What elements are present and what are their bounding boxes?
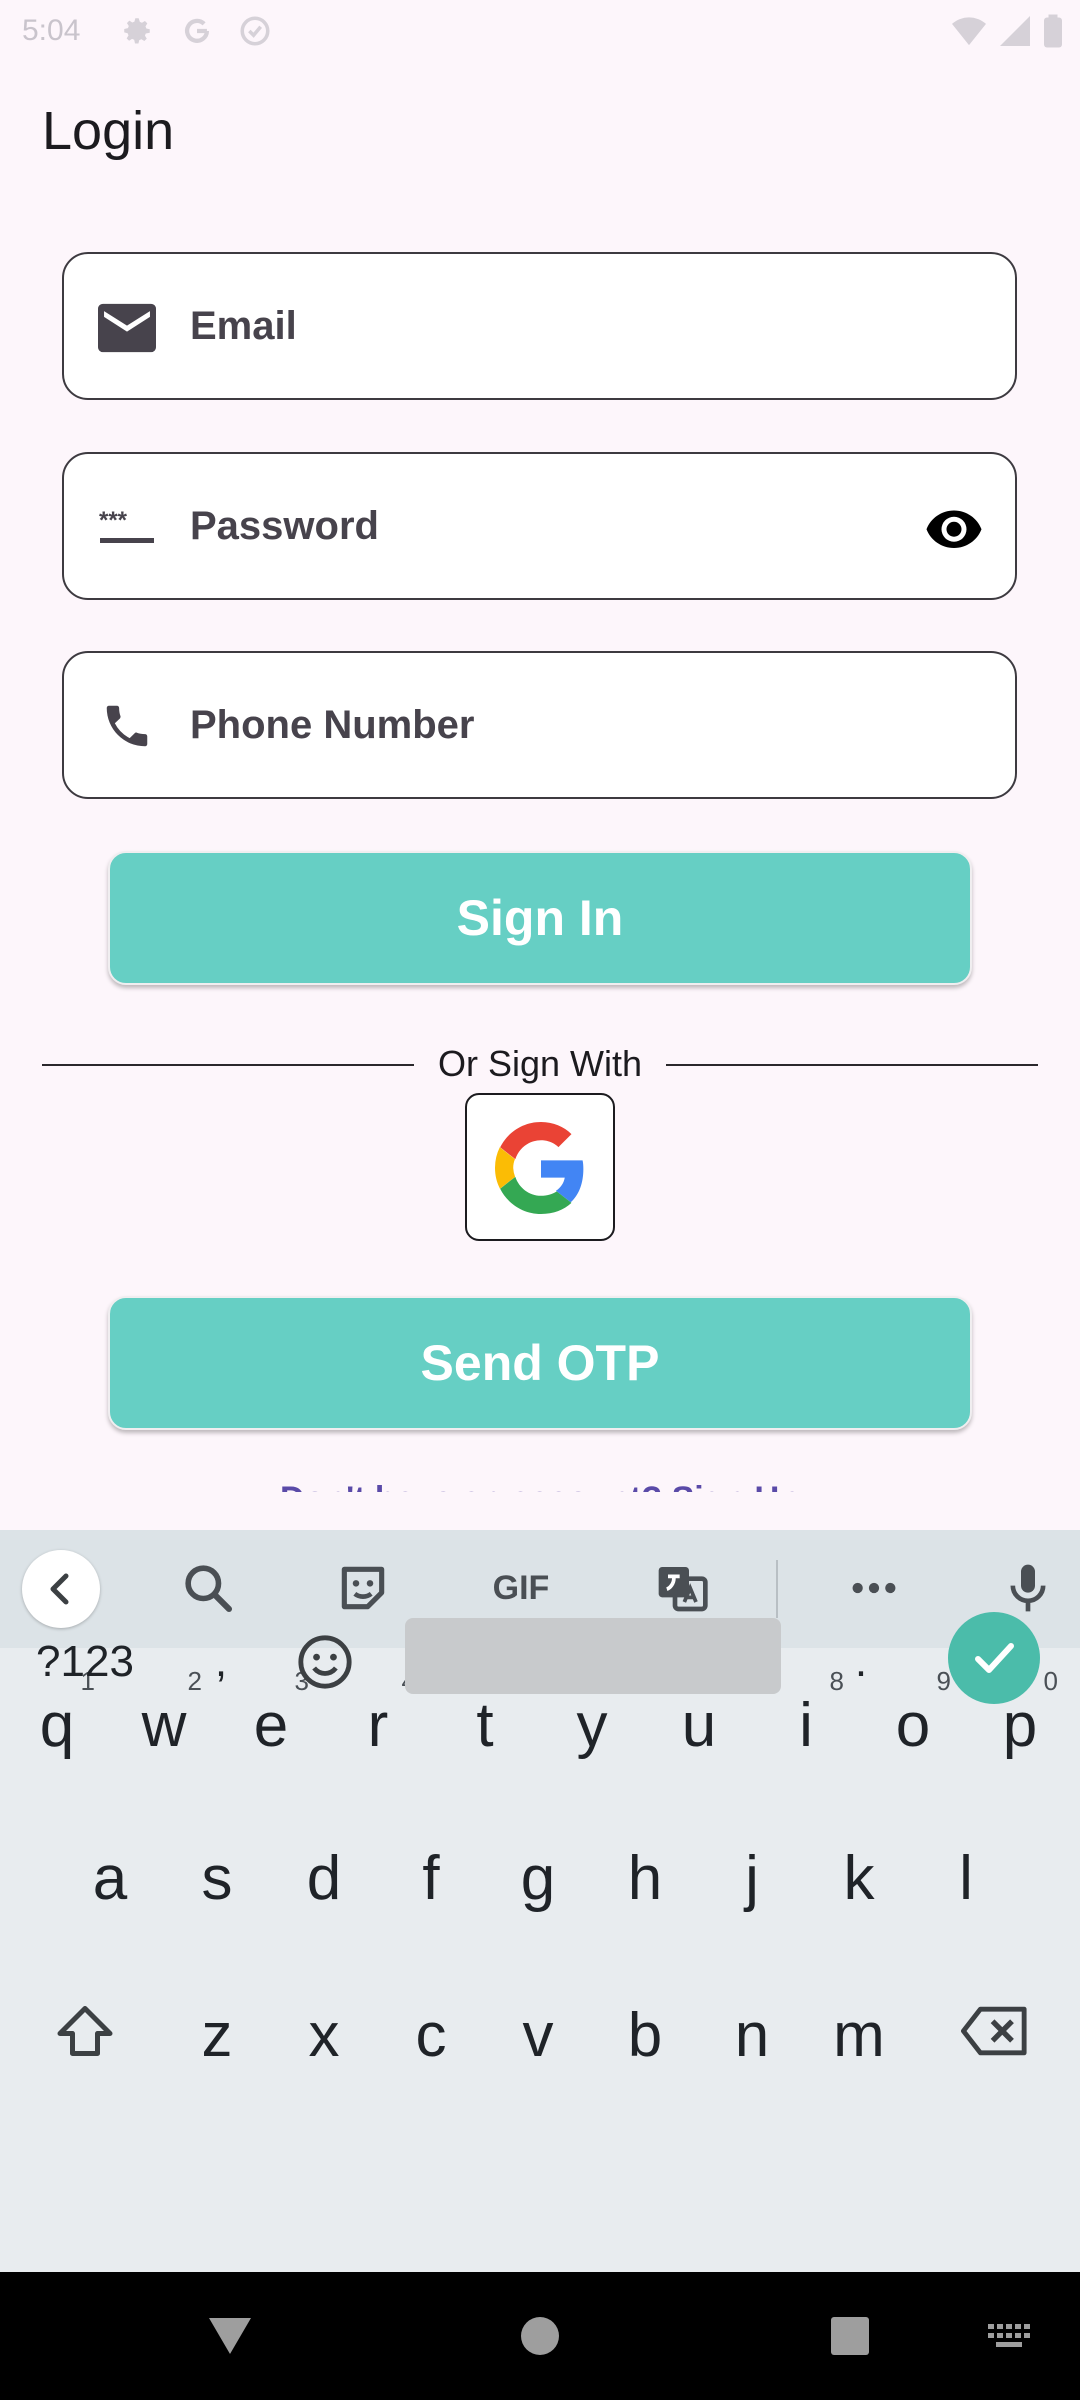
key-k[interactable]: k [809, 1813, 909, 1943]
key-z[interactable]: z [167, 1970, 267, 2100]
battery-icon [1044, 14, 1062, 48]
shift-key[interactable] [30, 1966, 140, 2096]
space-key[interactable] [405, 1618, 781, 1694]
enter-key[interactable] [948, 1612, 1040, 1704]
page-title: Login [42, 101, 175, 161]
key-h[interactable]: h [595, 1813, 695, 1943]
sticker-icon[interactable] [335, 1560, 391, 1616]
sync-icon [240, 16, 270, 46]
key-b[interactable]: b [595, 1970, 695, 2100]
email-input[interactable] [190, 254, 910, 398]
emoji-key[interactable] [280, 1610, 370, 1714]
emoji-icon [298, 1635, 352, 1689]
signal-icon [1000, 16, 1030, 46]
key-f[interactable]: f [381, 1813, 481, 1943]
svg-text:***: *** [99, 507, 128, 534]
key-c[interactable]: c [381, 1970, 481, 2100]
password-field[interactable]: *** [62, 452, 1017, 600]
google-sign-in-button[interactable] [465, 1093, 615, 1241]
mic-icon[interactable] [1000, 1560, 1056, 1616]
key-label: r [367, 1690, 389, 1760]
key-m[interactable]: m [809, 1970, 909, 2100]
google-logo-icon [495, 1122, 584, 1214]
home-circle-icon[interactable] [500, 2272, 580, 2400]
google-icon [184, 18, 210, 43]
password-icon: *** [99, 507, 154, 543]
key-label: u [681, 1690, 717, 1760]
keyboard-switch-icon[interactable] [980, 2272, 1040, 2400]
navigation-bar [0, 2272, 1080, 2400]
email-field[interactable] [62, 252, 1017, 400]
gif-icon[interactable]: GIF [486, 1560, 556, 1616]
key-v[interactable]: v [488, 1970, 588, 2100]
key-j[interactable]: j [702, 1813, 802, 1943]
key-hint: 0 [1043, 1666, 1058, 1696]
sign-in-button[interactable]: Sign In [108, 851, 972, 985]
key-x[interactable]: x [274, 1970, 374, 2100]
key-label: t [476, 1690, 494, 1760]
send-otp-button[interactable]: Send OTP [108, 1296, 972, 1430]
period-key[interactable]: . [816, 1610, 906, 1714]
status-bar: 5:04 [0, 0, 1080, 62]
search-icon[interactable] [180, 1560, 236, 1616]
status-time: 5:04 [22, 14, 81, 47]
check-icon [975, 1643, 1014, 1673]
key-g[interactable]: g [488, 1813, 588, 1943]
divider-right [666, 1064, 1038, 1066]
gear-icon [124, 18, 150, 44]
phone-field[interactable] [62, 651, 1017, 799]
wifi-icon [952, 17, 986, 46]
phone-input[interactable] [190, 653, 910, 797]
key-a[interactable]: a [60, 1813, 160, 1943]
mail-icon [98, 303, 156, 353]
signup-link-text[interactable]: Don't have an account? Sign Up [280, 1480, 800, 1492]
symbols-key[interactable]: ?123 [22, 1610, 148, 1714]
status-right-icons [952, 14, 1062, 48]
password-input[interactable] [190, 454, 910, 598]
translate-icon[interactable] [654, 1560, 710, 1616]
key-label: i [799, 1690, 813, 1760]
key-s[interactable]: s [167, 1813, 267, 1943]
key-l[interactable]: l [916, 1813, 1016, 1943]
comma-key[interactable]: , [176, 1610, 266, 1714]
eye-icon[interactable] [923, 498, 985, 558]
back-triangle-icon[interactable] [190, 2272, 270, 2400]
recents-square-icon[interactable] [810, 2272, 890, 2400]
key-d[interactable]: d [274, 1813, 374, 1943]
key-label: y [576, 1690, 608, 1760]
key-n[interactable]: n [702, 1970, 802, 2100]
toolbar-separator [776, 1560, 778, 1618]
backspace-icon [961, 2006, 1027, 2056]
signup-link[interactable]: Don't have an account? Sign Up [0, 1472, 1080, 1492]
shift-icon [57, 2006, 113, 2056]
phone-icon [106, 705, 148, 747]
backspace-key[interactable] [940, 1966, 1050, 2096]
more-icon[interactable] [846, 1560, 902, 1616]
